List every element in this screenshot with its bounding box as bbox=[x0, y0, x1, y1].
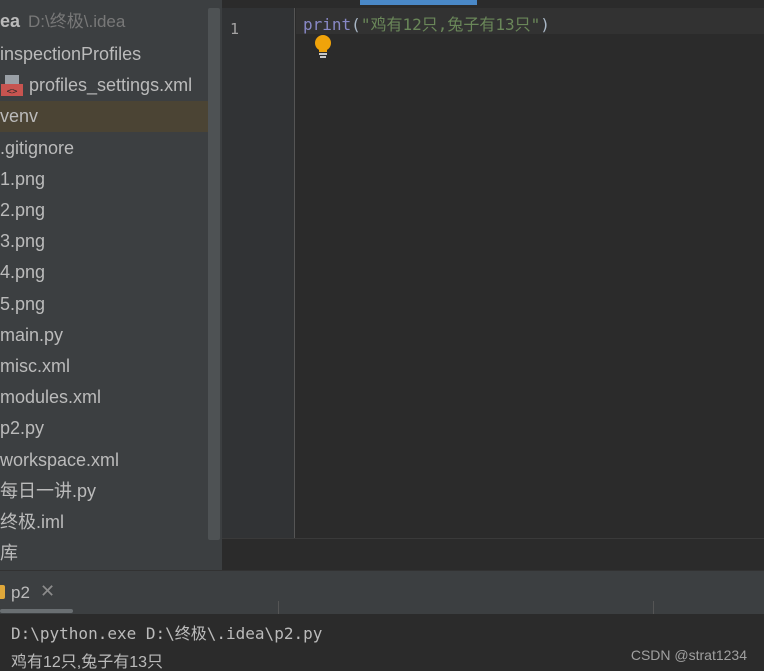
tree-root-name: ea bbox=[0, 11, 21, 31]
tree-item[interactable]: 库 bbox=[0, 538, 208, 569]
tree-item[interactable]: main.py bbox=[0, 320, 208, 351]
tree-item-label: 1.png bbox=[0, 168, 46, 189]
console-output: 鸡有12只,兔子有13只 bbox=[11, 654, 164, 671]
tree-item-label: profiles_settings.xml bbox=[29, 75, 193, 96]
tree-item[interactable]: 每日一讲.py bbox=[0, 476, 208, 507]
tree-item-label: 3.png bbox=[0, 231, 46, 252]
tree-item-label: modules.xml bbox=[0, 387, 102, 408]
tree-item[interactable]: 2.png bbox=[0, 195, 208, 226]
code-open-paren: ( bbox=[351, 15, 361, 34]
tree-item-label: workspace.xml bbox=[0, 449, 120, 470]
tree-item[interactable]: .gitignore bbox=[0, 133, 208, 164]
active-tab-indicator bbox=[360, 0, 477, 5]
tree-item-label: .gitignore bbox=[0, 137, 75, 158]
run-tool-window-header: p2 ✕ bbox=[0, 570, 764, 615]
toolbar-separator bbox=[653, 601, 654, 615]
tree-item[interactable]: <> profiles_settings.xml bbox=[0, 70, 208, 101]
code-line-1[interactable]: print("鸡有12只,兔子有13只") bbox=[303, 11, 550, 35]
code-keyword: print bbox=[303, 15, 352, 34]
tree-item[interactable]: 4.png bbox=[0, 257, 208, 288]
tree-item[interactable]: 5.png bbox=[0, 289, 208, 320]
watermark: CSDN @strat1234 bbox=[630, 647, 747, 663]
code-editor[interactable]: 1 print("鸡有12只,兔子有13只") bbox=[222, 0, 764, 570]
tree-item[interactable]: misc.xml bbox=[0, 351, 208, 382]
code-string: "鸡有12只,兔子有13只" bbox=[360, 15, 541, 34]
lightbulb-icon[interactable] bbox=[314, 34, 332, 60]
code-close-paren: ) bbox=[540, 15, 550, 34]
close-icon[interactable]: ✕ bbox=[40, 581, 55, 602]
tree-item[interactable]: p2.py bbox=[0, 413, 208, 444]
tree-item-label: 2.png bbox=[0, 200, 46, 220]
console-command: D:\python.exe D:\终极\.idea\p2.py bbox=[11, 624, 323, 643]
tree-item[interactable]: modules.xml bbox=[0, 382, 208, 413]
tree-item[interactable]: 1.png bbox=[0, 164, 208, 195]
run-tab-underline bbox=[0, 609, 73, 613]
tree-item[interactable]: inspectionProfiles bbox=[0, 39, 208, 70]
project-tree-panel: ea D:\终极\.idea inspectionProfiles <> profil… bbox=[0, 0, 222, 570]
svg-text:<>: <> bbox=[7, 87, 18, 96]
tree-item-label: 4.png bbox=[0, 262, 46, 283]
xml-file-icon: <> bbox=[1, 75, 23, 97]
tree-item[interactable]: workspace.xml bbox=[0, 445, 208, 476]
run-tab-label: p2 bbox=[11, 583, 30, 602]
editor-bottom-area bbox=[222, 538, 764, 570]
tree-item-label: misc.xml bbox=[0, 356, 70, 376]
tree-item-label: 每日一讲.py bbox=[0, 480, 97, 501]
editor-gutter: 1 bbox=[222, 8, 295, 538]
toolbar-separator bbox=[278, 601, 279, 615]
run-tab-p2[interactable]: p2 ✕ bbox=[0, 571, 73, 613]
tree-item[interactable]: 终极.iml bbox=[0, 507, 208, 538]
python-run-icon bbox=[0, 585, 5, 599]
tree-item-label: 库 bbox=[0, 543, 18, 564]
tree-item-label: 终极.iml bbox=[0, 512, 64, 532]
tree-root-row[interactable]: ea D:\终极\.idea bbox=[0, 6, 208, 37]
run-console[interactable]: D:\python.exe D:\终极\.idea\p2.py 鸡有12只,兔子… bbox=[0, 614, 764, 671]
tree-root-path: D:\终极\.idea bbox=[28, 12, 126, 31]
tree-item[interactable]: 3.png bbox=[0, 226, 208, 257]
tree-item-label: p2.py bbox=[0, 418, 45, 439]
tree-item[interactable]: venv bbox=[0, 101, 208, 133]
tree-item-label: inspectionProfiles bbox=[0, 44, 142, 64]
tree-item-label: main.py bbox=[0, 324, 64, 345]
tree-item-label: 5.png bbox=[0, 293, 46, 314]
tree-item-label: venv bbox=[0, 106, 39, 127]
project-scrollbar[interactable] bbox=[208, 8, 220, 540]
line-number: 1 bbox=[230, 20, 240, 38]
